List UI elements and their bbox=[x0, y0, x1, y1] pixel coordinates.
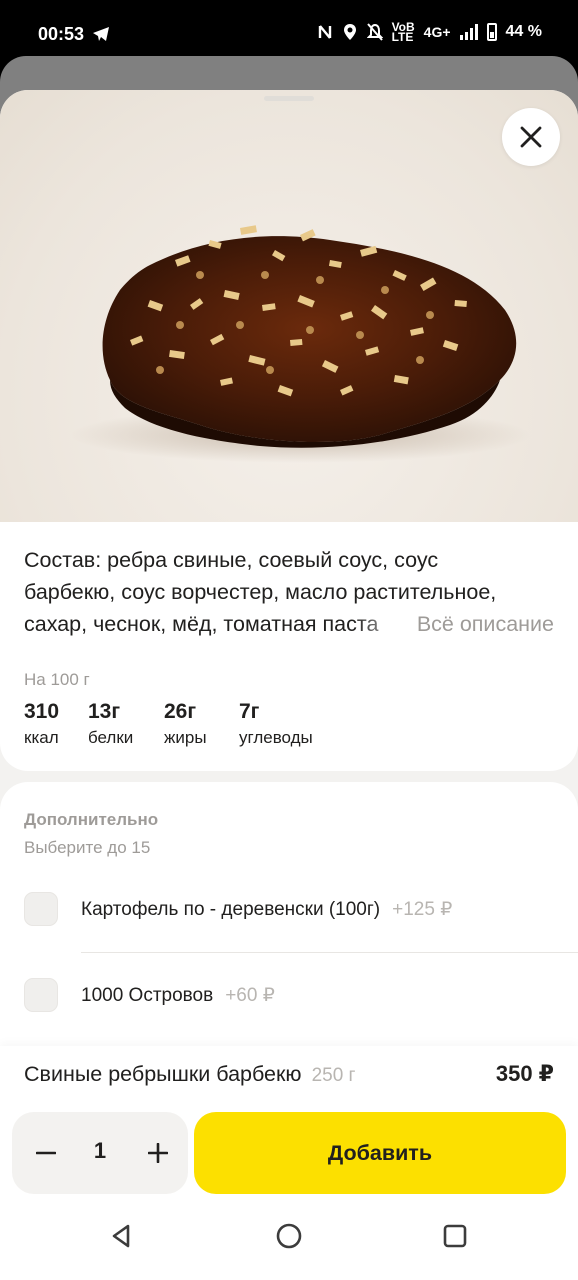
nutrition-label: жиры bbox=[164, 728, 207, 747]
battery-level: 44 % bbox=[505, 23, 542, 40]
product-name: Свиные ребрышки барбекю bbox=[24, 1062, 302, 1086]
nutrition-value: 13г bbox=[88, 700, 121, 723]
option-price: +125 ₽ bbox=[392, 899, 453, 920]
quantity-value: 1 bbox=[93, 1138, 107, 1163]
sheet-grabber[interactable] bbox=[264, 96, 314, 101]
nutrition-protein: 13г белки bbox=[88, 700, 133, 748]
nutrition-value: 310 bbox=[24, 700, 60, 723]
battery-icon bbox=[486, 23, 497, 41]
plus-icon bbox=[148, 1143, 168, 1163]
product-photo bbox=[0, 90, 578, 522]
nutrition-fat: 26г жиры bbox=[164, 700, 207, 748]
extras-subtitle: Выберите до 15 bbox=[24, 838, 151, 857]
mute-icon bbox=[366, 23, 383, 41]
nutrition-value: 26г bbox=[164, 700, 197, 723]
composition-fade: Всё описание bbox=[354, 608, 554, 640]
option-name: Картофель по - деревенски (100г) bbox=[81, 899, 381, 920]
per-100g-label: На 100 г bbox=[24, 670, 90, 689]
nfc-icon bbox=[318, 25, 331, 39]
minus-icon bbox=[36, 1151, 56, 1155]
status-time: 00:53 bbox=[38, 24, 85, 44]
nutrition-label: белки bbox=[88, 728, 134, 747]
nutrition-kcal: 310 ккал bbox=[24, 700, 59, 748]
close-button[interactable] bbox=[502, 108, 560, 166]
increase-button[interactable] bbox=[138, 1133, 178, 1173]
option-checkbox[interactable] bbox=[24, 892, 58, 926]
telegram-icon bbox=[93, 27, 109, 41]
product-price: 350 ₽ bbox=[495, 1061, 554, 1086]
option-label: 1000 Островов +60 ₽ bbox=[81, 984, 275, 1007]
extra-option[interactable]: 1000 Островов +60 ₽ bbox=[0, 978, 578, 1048]
network-type: 4G+ bbox=[423, 24, 451, 40]
nutrition-label: углеводы bbox=[239, 728, 313, 747]
add-to-cart-button[interactable]: Добавить bbox=[194, 1112, 566, 1194]
home-nav-icon[interactable] bbox=[275, 1222, 303, 1250]
ribs-image bbox=[70, 225, 530, 463]
composition-line: Состав: ребра свиные, соевый соус, соус bbox=[24, 548, 439, 572]
option-checkbox[interactable] bbox=[24, 978, 58, 1012]
option-name: 1000 Островов bbox=[81, 985, 214, 1006]
bottom-bar: Свиные ребрышки барбекю 250 г 350 ₽ 1 Доб… bbox=[0, 1046, 578, 1280]
product-name-row: Свиные ребрышки барбекю 250 г bbox=[24, 1062, 355, 1087]
option-price: +60 ₽ bbox=[225, 985, 275, 1006]
option-label: Картофель по - деревенски (100г) +125 ₽ bbox=[81, 898, 452, 921]
nutrition-label: ккал bbox=[24, 728, 59, 747]
back-nav-icon[interactable] bbox=[108, 1222, 136, 1250]
composition-text: Состав: ребра свиные, соевый соус, соус … bbox=[24, 544, 554, 640]
decrease-button[interactable] bbox=[26, 1133, 66, 1173]
signal-icon bbox=[459, 24, 478, 40]
close-icon bbox=[520, 126, 542, 148]
product-weight: 250 г bbox=[311, 1065, 356, 1086]
extras-title: Дополнительно bbox=[24, 810, 159, 829]
recents-nav-icon[interactable] bbox=[441, 1222, 469, 1250]
product-info-card: Состав: ребра свиные, соевый соус, соус … bbox=[0, 522, 578, 771]
composition-line: барбекю, соус ворчестер, масло раститель… bbox=[24, 580, 497, 604]
option-divider bbox=[81, 952, 578, 953]
product-sheet: Состав: ребра свиные, соевый соус, соус … bbox=[0, 90, 578, 1280]
nutrition-value: 7г bbox=[239, 700, 260, 723]
quantity-stepper: 1 bbox=[12, 1112, 188, 1194]
location-icon bbox=[343, 24, 356, 40]
all-description-link[interactable]: Всё описание bbox=[417, 608, 554, 640]
volte-indicator: VoB LTE bbox=[391, 20, 415, 44]
nutrition-carbs: 7г углеводы bbox=[239, 700, 313, 748]
status-icons: VoB LTE 4G+ 44 % bbox=[317, 20, 542, 44]
